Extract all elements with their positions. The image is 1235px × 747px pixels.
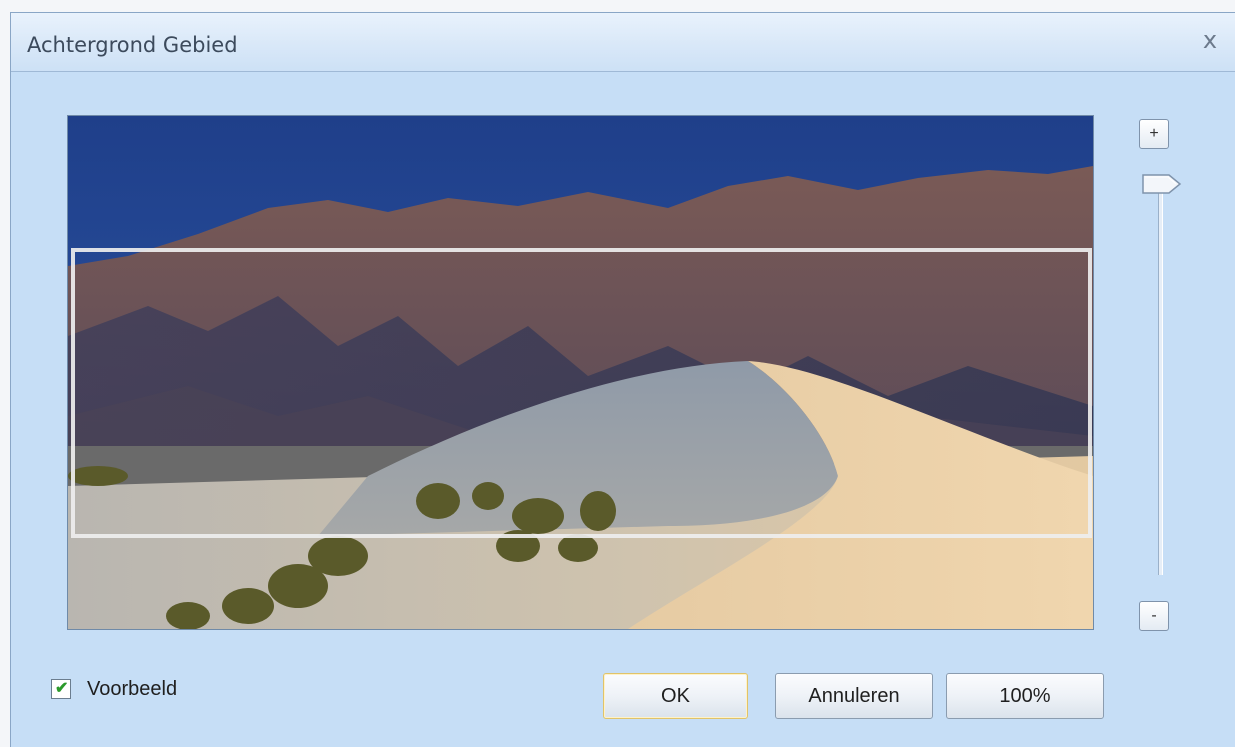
zoom-slider-track[interactable] [1158,183,1163,575]
preview-checkbox-label: Voorbeeld [87,678,178,700]
actual-size-button[interactable]: 100% [946,673,1104,719]
image-preview[interactable] [67,115,1094,630]
checkmark-icon: ✔ [55,680,69,697]
crop-selection-rectangle[interactable] [71,248,1092,538]
background-area-dialog: Achtergrond Gebied x + - ✔ Voorbeeld OK … [10,12,1235,747]
title-bar: Achtergrond Gebied x [11,13,1235,72]
zoom-out-button[interactable]: - [1139,601,1169,631]
dialog-title: Achtergrond Gebied [27,33,238,57]
zoom-slider-thumb[interactable] [1141,172,1183,196]
close-icon[interactable]: x [1197,27,1223,53]
ok-button[interactable]: OK [603,673,748,719]
zoom-in-button[interactable]: + [1139,119,1169,149]
cancel-button[interactable]: Annuleren [775,673,933,719]
preview-checkbox[interactable]: ✔ [51,679,71,699]
background-strip [0,0,1235,12]
